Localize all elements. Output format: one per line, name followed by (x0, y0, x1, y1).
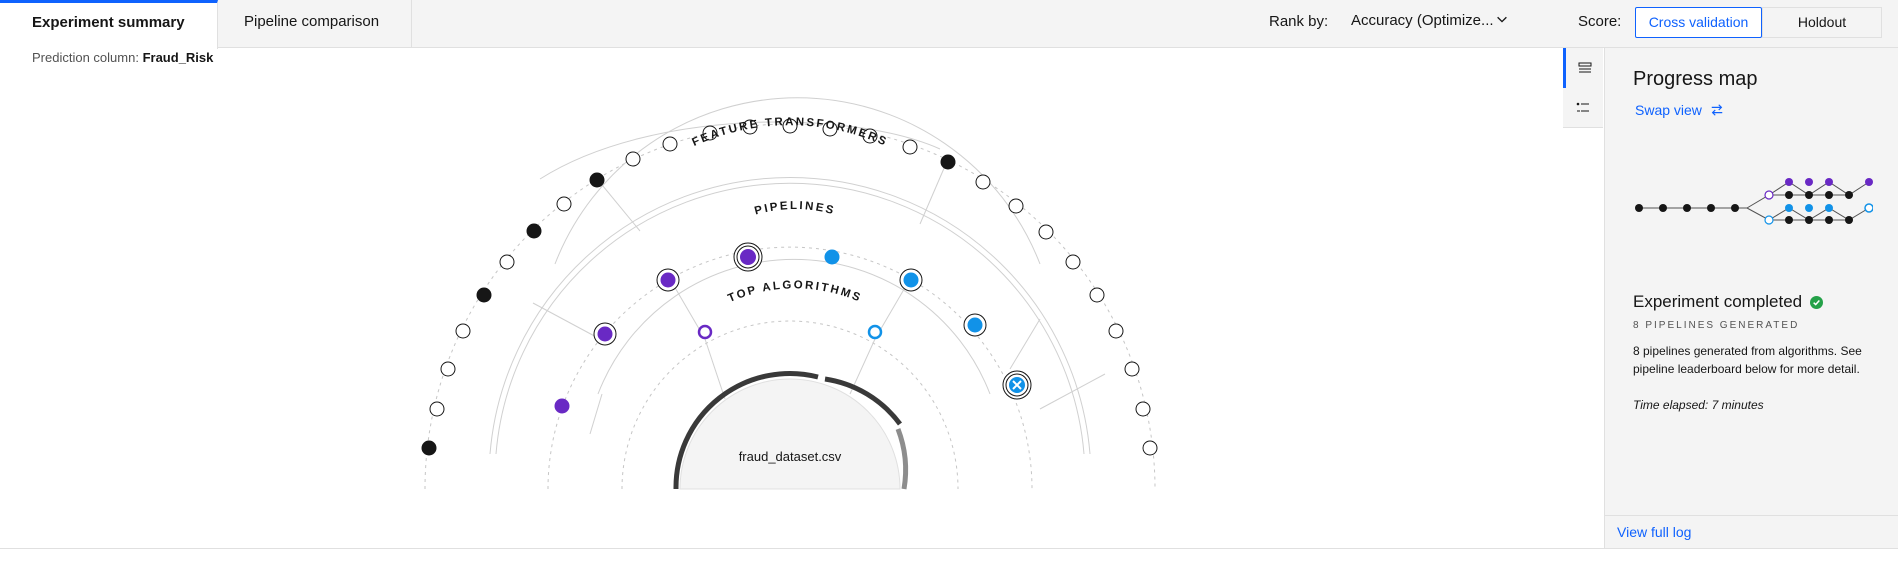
pipeline-node[interactable] (903, 272, 919, 288)
ft-node[interactable] (902, 139, 918, 155)
pipelines-generated-count: 8 PIPELINES GENERATED (1633, 320, 1800, 331)
time-elapsed: Time elapsed: 7 minutes (1633, 398, 1764, 412)
ft-node[interactable] (421, 440, 437, 456)
pipeline-node[interactable] (967, 317, 983, 333)
swap-view-link[interactable]: Swap view (1635, 102, 1724, 118)
dataset-label: fraud_dataset.csv (739, 449, 842, 464)
pipeline-node[interactable] (740, 249, 756, 265)
ft-node[interactable] (1142, 440, 1158, 456)
algorithm-node[interactable] (697, 324, 713, 340)
view-full-log-link[interactable]: View full log (1605, 515, 1898, 548)
ft-node[interactable] (476, 287, 492, 303)
ft-node[interactable] (556, 196, 572, 212)
swap-icon (1711, 104, 1723, 116)
rank-by-dropdown[interactable]: Accuracy (Optimize... (1349, 6, 1519, 38)
view-toolbar (1563, 48, 1603, 128)
top-algorithms-label: TOP ALGORITHMS (726, 279, 863, 305)
ft-node[interactable] (1124, 361, 1140, 377)
pipelines-label: PIPELINES (753, 200, 836, 218)
ft-node[interactable] (1108, 323, 1124, 339)
list-view-button[interactable] (1563, 48, 1603, 88)
tab-pipeline-comparison[interactable]: Pipeline comparison (212, 0, 413, 48)
ft-node[interactable] (455, 323, 471, 339)
pipeline-node[interactable] (660, 272, 676, 288)
ft-node[interactable] (1089, 287, 1105, 303)
tab-experiment-summary[interactable]: Experiment summary (0, 0, 218, 49)
chevron-down-icon (1497, 16, 1507, 23)
algorithm-node[interactable] (867, 324, 883, 340)
ft-node[interactable] (526, 223, 542, 239)
bottom-divider (0, 548, 1898, 549)
detail-list-icon (1576, 102, 1589, 112)
ft-node[interactable] (1038, 224, 1054, 240)
ft-node[interactable] (625, 151, 641, 167)
rank-by-label: Rank by: (1269, 13, 1329, 30)
ft-node[interactable] (1135, 401, 1151, 417)
progress-minimap (1635, 178, 1873, 225)
ft-node[interactable] (499, 254, 515, 270)
progress-panel: Progress map Swap view Experiment comple… (1604, 48, 1898, 548)
pipeline-node[interactable] (824, 249, 840, 265)
detail-list-button[interactable] (1563, 88, 1603, 128)
ft-node[interactable] (1065, 254, 1081, 270)
relationship-map: FEATURE TRANSFORMERS PIPELINES TOP ALGOR… (421, 97, 1158, 490)
ft-node[interactable] (1008, 198, 1024, 214)
rank-by-value: Accuracy (Optimize... (1351, 12, 1494, 29)
status-text: Experiment completed (1633, 292, 1803, 311)
checkmark-filled-icon (1810, 295, 1824, 309)
top-bar: Experiment summary Pipeline comparison R… (0, 0, 1898, 49)
pipeline-node[interactable] (597, 326, 613, 342)
ft-node[interactable] (940, 154, 956, 170)
panel-title: Progress map (1633, 68, 1758, 90)
holdout-toggle[interactable]: Holdout (1762, 7, 1882, 38)
cross-validation-toggle[interactable]: Cross validation (1635, 7, 1762, 38)
experiment-status: Experiment completed (1633, 292, 1824, 312)
ft-node[interactable] (440, 361, 456, 377)
ft-node[interactable] (975, 174, 991, 190)
swap-view-label: Swap view (1635, 102, 1702, 118)
ft-node[interactable] (662, 136, 678, 152)
status-description: 8 pipelines generated from algorithms. S… (1633, 344, 1862, 376)
ft-node[interactable] (429, 401, 445, 417)
ft-node[interactable] (589, 172, 605, 188)
pipeline-node[interactable] (554, 398, 570, 414)
list-view-icon (1578, 62, 1591, 73)
score-label: Score: (1578, 13, 1622, 30)
